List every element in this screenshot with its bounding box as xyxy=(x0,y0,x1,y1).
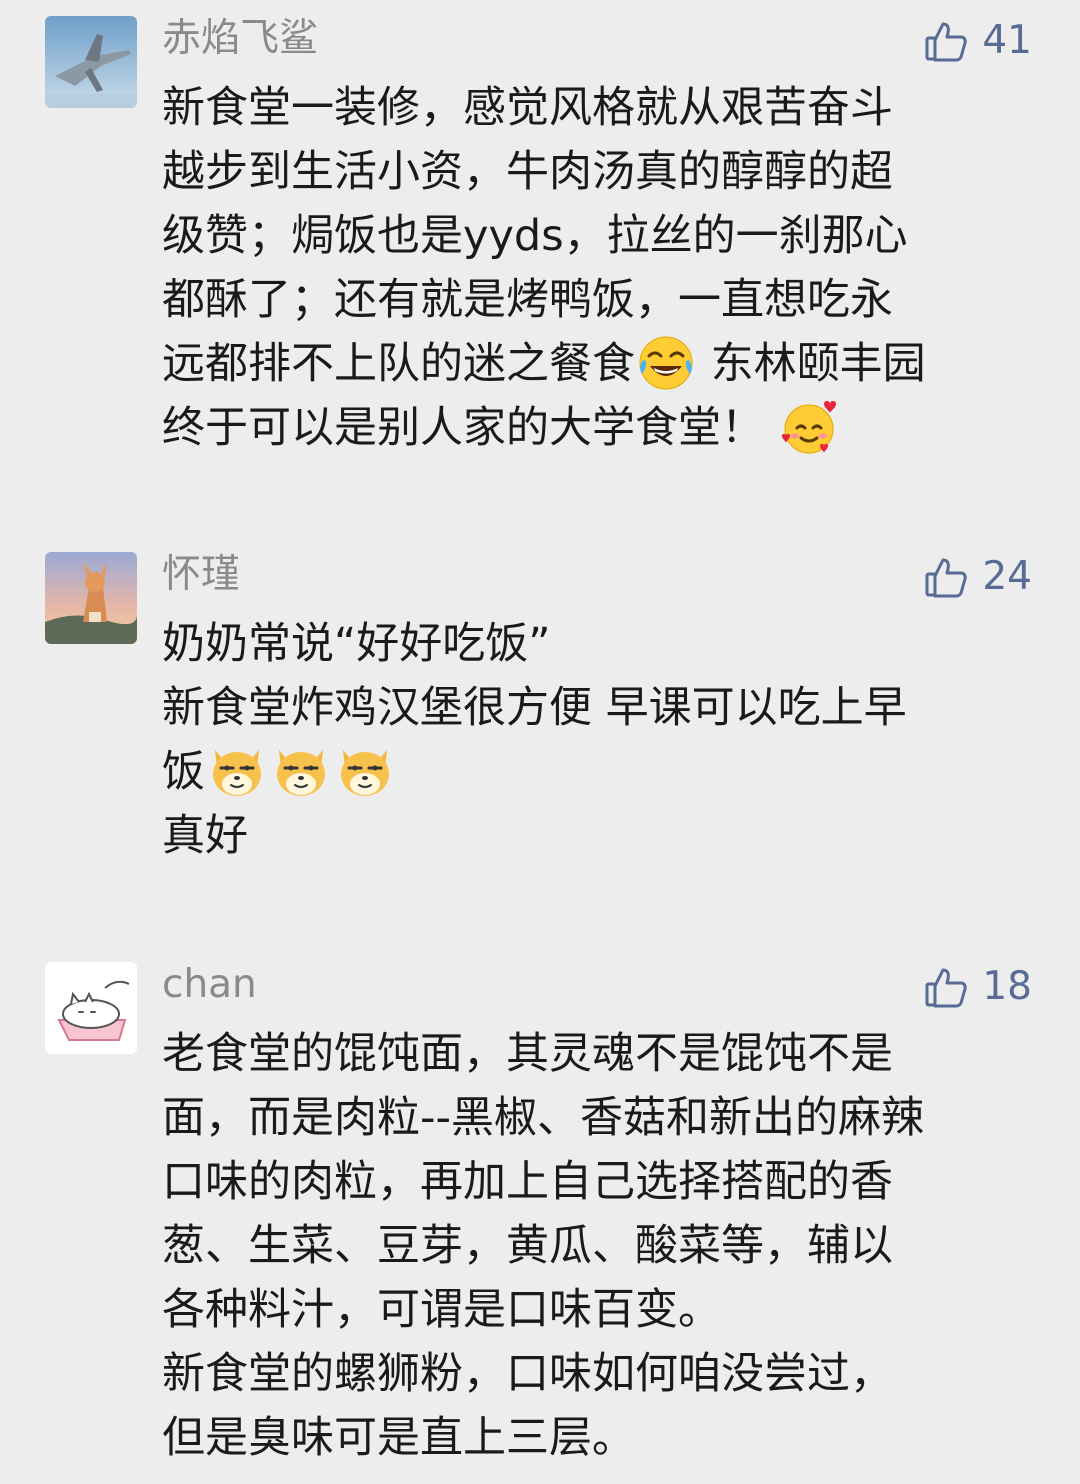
comment-line: 新食堂的螺狮粉，口味如何咱没尝过， xyxy=(162,1349,893,1399)
comment-text: 奶奶常说“好好吃饭” 新食堂炸鸡汉堡很方便 早课可以吃上早 饭 真好 xyxy=(162,612,1042,868)
comment-line: 葱、生菜、豆芽，黄瓜、酸菜等，辅以 xyxy=(162,1221,893,1271)
comment-line-text: 远都排不上队的迷之餐食 xyxy=(162,339,635,389)
avatar[interactable] xyxy=(45,16,137,108)
comment-line: 远都排不上队的迷之餐食 东林颐丰园 xyxy=(162,332,1042,396)
comment-line: 越步到生活小资，牛肉汤真的醇醇的超 xyxy=(162,147,893,197)
comment-text: 新食堂一装修，感觉风格就从艰苦奋斗 越步到生活小资，牛肉汤真的醇醇的超 级赞；焗… xyxy=(162,76,1042,460)
smirk-dog-emoji-icon xyxy=(335,740,395,800)
smiling-face-with-hearts-emoji-icon xyxy=(780,398,838,456)
thumbs-up-icon xyxy=(924,555,968,599)
comment-line: 饭 xyxy=(162,740,1042,804)
comment-line: 老食堂的馄饨面，其灵魂不是馄饨不是 xyxy=(162,1029,893,1079)
comment-line: 真好 xyxy=(162,811,248,861)
thumbs-up-icon xyxy=(924,19,968,63)
avatar[interactable] xyxy=(45,962,137,1054)
like-button[interactable]: 24 xyxy=(924,552,1032,602)
username[interactable]: 赤焰飞鲨 xyxy=(162,14,318,64)
comment-line: 面，而是肉粒--黑椒、香菇和新出的麻辣 xyxy=(162,1093,925,1143)
comment-text: 老食堂的馄饨面，其灵魂不是馄饨不是 面，而是肉粒--黑椒、香菇和新出的麻辣 口味… xyxy=(162,1022,1042,1470)
comment-line: 新食堂炸鸡汉堡很方便 早课可以吃上早 xyxy=(162,683,907,733)
comment-line: 都酥了；还有就是烤鸭饭，一直想吃永 xyxy=(162,275,893,325)
comment-line: 各种料汁，可谓是口味百变。 xyxy=(162,1285,721,1335)
smirk-dog-emoji-icon xyxy=(207,740,267,800)
comment-line: 口味的肉粒，再加上自己选择搭配的香 xyxy=(162,1157,893,1207)
comment-line: 级赞；焗饭也是yyds，拉丝的一刹那心 xyxy=(162,211,908,261)
comment-line: 新食堂一装修，感觉风格就从艰苦奋斗 xyxy=(162,83,893,133)
username[interactable]: chan xyxy=(162,960,257,1010)
comment-line-text: 东林颐丰园 xyxy=(710,339,926,389)
username[interactable]: 怀瑾 xyxy=(162,550,240,600)
comment-line: 终于可以是别人家的大学食堂！ xyxy=(162,396,1042,460)
thumbs-up-icon xyxy=(924,965,968,1009)
like-button[interactable]: 18 xyxy=(924,962,1032,1012)
tears-of-joy-emoji-icon xyxy=(637,334,695,392)
avatar[interactable] xyxy=(45,552,137,644)
comment-line-text: 饭 xyxy=(162,747,205,797)
comment-line: 奶奶常说“好好吃饭” xyxy=(162,619,551,669)
like-count: 24 xyxy=(982,554,1032,599)
like-button[interactable]: 41 xyxy=(924,16,1032,66)
like-count: 41 xyxy=(982,18,1032,63)
comment-line: 但是臭味可是直上三层。 xyxy=(162,1413,635,1463)
like-count: 18 xyxy=(982,964,1032,1009)
comment-line-text: 终于可以是别人家的大学食堂！ xyxy=(162,403,764,453)
smirk-dog-emoji-icon xyxy=(271,740,331,800)
